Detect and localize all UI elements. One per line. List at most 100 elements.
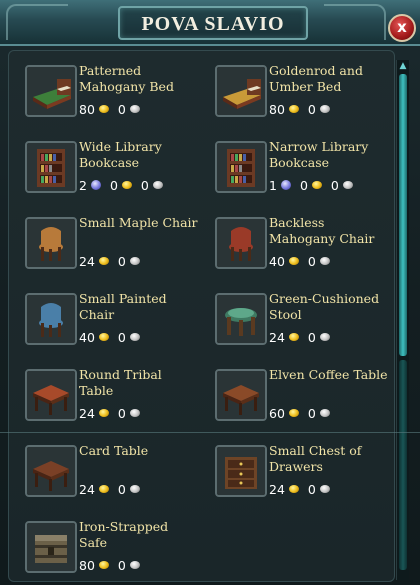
price-amount: 0: [307, 253, 316, 269]
scroll-up-arrow-icon[interactable]: ▲: [397, 60, 409, 72]
gold-coin-icon: [98, 409, 109, 417]
item-name: Small Painted Chair: [79, 291, 167, 322]
item-price: 24 0: [269, 481, 330, 497]
merchant-item[interactable]: Round Tribal Table 24 0: [17, 355, 207, 431]
price-amount: 24: [79, 481, 95, 497]
price-amount: 80: [269, 101, 285, 117]
merchant-item[interactable]: Small Chest of Drawers 24 0: [207, 431, 394, 507]
price-amount: 0: [307, 405, 316, 421]
merchant-item[interactable]: Narrow Library Bookcase 1 0 0: [207, 127, 394, 203]
price-amount: 40: [269, 253, 285, 269]
price-amount: 0: [330, 177, 339, 193]
item-price: 40 0: [79, 329, 140, 345]
price-amount: 24: [79, 253, 95, 269]
item-name: Patterned Mahogany Bed: [79, 63, 174, 94]
price-amount: 24: [79, 405, 95, 421]
item-name: Iron-Strapped Safe: [79, 519, 169, 550]
table-icon[interactable]: [25, 445, 77, 497]
chair-icon[interactable]: [215, 217, 267, 269]
scroll-thumb[interactable]: [399, 74, 407, 356]
chair-icon[interactable]: [25, 217, 77, 269]
scrollbar[interactable]: ▲: [396, 60, 409, 580]
item-name: Green-Cushioned Stool: [269, 291, 380, 322]
title-bar: POVA SLAVIO x: [0, 0, 420, 46]
merchant-item[interactable]: Backless Mahogany Chair 40 0: [207, 203, 394, 279]
chair-icon[interactable]: [25, 293, 77, 345]
price-amount: 60: [269, 405, 285, 421]
blue-coin-icon: [90, 180, 101, 190]
merchant-item[interactable]: Iron-Strapped Safe 80 0: [17, 507, 207, 581]
merchant-item[interactable]: Elven Coffee Table 60 0: [207, 355, 394, 431]
silver-coin-icon: [319, 409, 330, 417]
price-amount: 0: [307, 329, 316, 345]
divider-line: [0, 432, 420, 433]
item-name: Small Maple Chair: [79, 215, 198, 230]
price-amount: 0: [109, 177, 118, 193]
merchant-window: POVA SLAVIO x Patterned Mahogany Bed 80 0 G…: [0, 0, 420, 585]
gold-coin-icon: [121, 181, 132, 189]
price-amount: 80: [79, 101, 95, 117]
bed-icon[interactable]: [215, 65, 267, 117]
item-list-panel: Patterned Mahogany Bed 80 0 Goldenrod and U…: [8, 50, 395, 582]
item-price: 80 0: [79, 101, 140, 117]
silver-coin-icon: [129, 409, 140, 417]
item-price: 80 0: [269, 101, 330, 117]
window-title: POVA SLAVIO: [141, 13, 285, 35]
price-amount: 0: [117, 405, 126, 421]
merchant-item[interactable]: Green-Cushioned Stool 24 0: [207, 279, 394, 355]
safe-icon[interactable]: [25, 521, 77, 573]
price-amount: 80: [79, 557, 95, 573]
item-price: 24 0: [79, 481, 140, 497]
item-name: Round Tribal Table: [79, 367, 162, 398]
gold-coin-icon: [98, 333, 109, 341]
item-name: Narrow Library Bookcase: [269, 139, 369, 170]
price-amount: 24: [269, 329, 285, 345]
price-amount: 0: [307, 101, 316, 117]
title-plate: POVA SLAVIO: [118, 6, 308, 40]
bookcase-icon[interactable]: [25, 141, 77, 193]
scroll-track[interactable]: [399, 360, 407, 570]
merchant-item[interactable]: Wide Library Bookcase 2 0 0: [17, 127, 207, 203]
price-amount: 0: [117, 557, 126, 573]
merchant-item[interactable]: Small Maple Chair 24 0: [17, 203, 207, 279]
item-price: 2 0 0: [79, 177, 163, 193]
item-price: 24 0: [269, 329, 330, 345]
silver-coin-icon: [129, 485, 140, 493]
price-amount: 0: [299, 177, 308, 193]
merchant-item[interactable]: Goldenrod and Umber Bed 80 0: [207, 51, 394, 127]
price-amount: 40: [79, 329, 95, 345]
gold-coin-icon: [98, 485, 109, 493]
item-name: Backless Mahogany Chair: [269, 215, 375, 246]
drawers-icon[interactable]: [215, 445, 267, 497]
bed-icon[interactable]: [25, 65, 77, 117]
silver-coin-icon: [129, 105, 140, 113]
item-price: 80 0: [79, 557, 140, 573]
stool-icon[interactable]: [215, 293, 267, 345]
silver-coin-icon: [129, 333, 140, 341]
item-price: 24 0: [79, 405, 140, 421]
table-icon[interactable]: [25, 369, 77, 421]
merchant-item[interactable]: Card Table 24 0: [17, 431, 207, 507]
price-amount: 0: [117, 253, 126, 269]
silver-coin-icon: [129, 257, 140, 265]
close-button[interactable]: x: [388, 14, 416, 42]
gold-coin-icon: [288, 105, 299, 113]
item-name: Card Table: [79, 443, 149, 458]
gold-coin-icon: [288, 409, 299, 417]
silver-coin-icon: [129, 561, 140, 569]
bookcase-icon[interactable]: [215, 141, 267, 193]
item-name: Small Chest of Drawers: [269, 443, 362, 474]
price-amount: 0: [117, 329, 126, 345]
merchant-item[interactable]: Small Painted Chair 40 0: [17, 279, 207, 355]
item-price: 24 0: [79, 253, 140, 269]
silver-coin-icon: [319, 105, 330, 113]
gold-coin-icon: [98, 561, 109, 569]
silver-coin-icon: [342, 181, 353, 189]
gold-coin-icon: [98, 257, 109, 265]
table-icon[interactable]: [215, 369, 267, 421]
merchant-item[interactable]: Patterned Mahogany Bed 80 0: [17, 51, 207, 127]
price-amount: 0: [117, 481, 126, 497]
price-amount: 0: [140, 177, 149, 193]
price-amount: 2: [79, 177, 87, 193]
item-name: Wide Library Bookcase: [79, 139, 162, 170]
